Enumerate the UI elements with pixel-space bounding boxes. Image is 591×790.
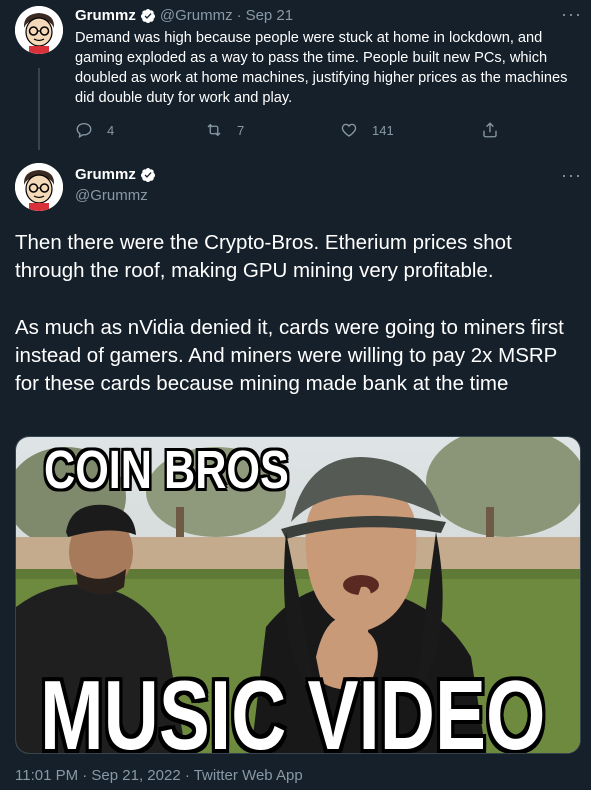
reply-more-icon[interactable]: ··· <box>561 4 582 25</box>
reply-author-handle[interactable]: @Grummz <box>160 7 233 24</box>
reply-avatar[interactable] <box>15 6 63 54</box>
main-avatar[interactable] <box>15 163 63 211</box>
verified-badge-icon <box>140 8 155 23</box>
like-button[interactable]: 141 <box>340 121 394 139</box>
tweet-timestamp[interactable]: 11:01 PM · Sep 21, 2022 · Twitter Web Ap… <box>15 767 303 784</box>
retweet-button[interactable]: 7 <box>205 121 244 139</box>
reply-actions: 4 7 141 <box>75 121 565 141</box>
meme-top-caption: COIN BROS <box>44 440 289 500</box>
reply-text: Demand was high because people were stuc… <box>75 30 568 106</box>
main-header: Grummz <box>75 166 156 183</box>
reply-icon <box>76 122 92 139</box>
retweet-icon <box>207 123 221 137</box>
reply-header: Grummz @Grummz · Sep 21 <box>75 7 293 24</box>
share-icon <box>483 122 497 138</box>
tweet-media[interactable]: COIN BROS MUSIC VIDEO <box>15 436 581 754</box>
like-count: 141 <box>372 122 394 138</box>
reply-count: 4 <box>107 122 115 138</box>
main-more-icon[interactable]: ··· <box>561 165 582 186</box>
reply-button[interactable]: 4 <box>75 121 114 139</box>
reply-date[interactable]: Sep 21 <box>246 7 294 24</box>
meme-bottom-caption: MUSIC VIDEO <box>40 660 546 754</box>
main-paragraph-1: Then there were the Crypto-Bros. Etheriu… <box>15 231 512 282</box>
reply-author-name[interactable]: Grummz <box>75 7 136 24</box>
thread-line <box>38 68 40 150</box>
main-paragraph-2: As much as nVidia denied it, cards were … <box>15 316 564 395</box>
verified-badge-icon <box>140 167 155 182</box>
retweet-count: 7 <box>237 122 245 138</box>
reply-separator: · <box>236 7 242 24</box>
main-author-handle[interactable]: @Grummz <box>75 187 148 204</box>
heart-icon <box>341 123 357 137</box>
share-button[interactable] <box>481 121 499 139</box>
main-author-name[interactable]: Grummz <box>75 166 136 183</box>
